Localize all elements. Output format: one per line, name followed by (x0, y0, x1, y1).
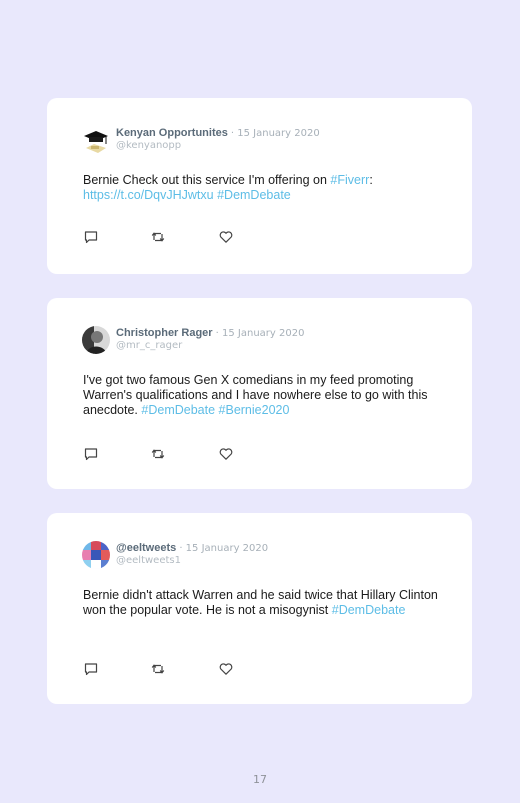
author-handle[interactable]: @eeltweets1 (116, 555, 181, 566)
author-handle[interactable]: @mr_c_rager (116, 340, 182, 351)
tweet-date: · 15 January 2020 (230, 128, 320, 139)
tweet-date: · 15 January 2020 (215, 328, 305, 339)
tweet-text: Bernie Check out this service I'm offeri… (83, 173, 453, 203)
like-icon[interactable] (218, 661, 234, 677)
tweet-date: · 15 January 2020 (179, 543, 269, 554)
tweet-text: Bernie didn't attack Warren and he said … (83, 588, 453, 618)
author-handle[interactable]: @kenyanopp (116, 140, 181, 151)
retweet-icon[interactable] (150, 446, 166, 462)
tweet-text: I've got two famous Gen X comedians in m… (83, 373, 453, 418)
author-name[interactable]: @eeltweets (116, 542, 176, 554)
tweet-link[interactable]: https://t.co/DqvJHJwtxu (83, 188, 214, 202)
tweet-card: Kenyan Opportunites · 15 January 2020 @k… (47, 98, 472, 274)
tweet-card: Christopher Rager · 15 January 2020 @mr_… (47, 298, 472, 489)
like-icon[interactable] (218, 229, 234, 245)
retweet-icon[interactable] (150, 229, 166, 245)
hashtag[interactable]: #Fiverr (330, 173, 369, 187)
author-name[interactable]: Kenyan Opportunites (116, 127, 228, 139)
author-name[interactable]: Christopher Rager (116, 327, 213, 339)
reply-icon[interactable] (83, 229, 99, 245)
tweet-text-segment: : (369, 173, 373, 187)
avatar[interactable] (82, 126, 110, 154)
avatar[interactable] (82, 541, 110, 569)
hashtag[interactable]: #Bernie2020 (219, 403, 290, 417)
hashtag[interactable]: #DemDebate (141, 403, 215, 417)
tweet-text-segment: Bernie Check out this service I'm offeri… (83, 173, 331, 187)
hashtag[interactable]: #DemDebate (217, 188, 291, 202)
like-icon[interactable] (218, 446, 234, 462)
avatar[interactable] (82, 326, 110, 354)
reply-icon[interactable] (83, 446, 99, 462)
retweet-icon[interactable] (150, 661, 166, 677)
tweet-card: @eeltweets · 15 January 2020 @eeltweets1… (47, 513, 472, 704)
page-number: 17 (253, 773, 267, 786)
reply-icon[interactable] (83, 661, 99, 677)
hashtag[interactable]: #DemDebate (332, 603, 406, 617)
